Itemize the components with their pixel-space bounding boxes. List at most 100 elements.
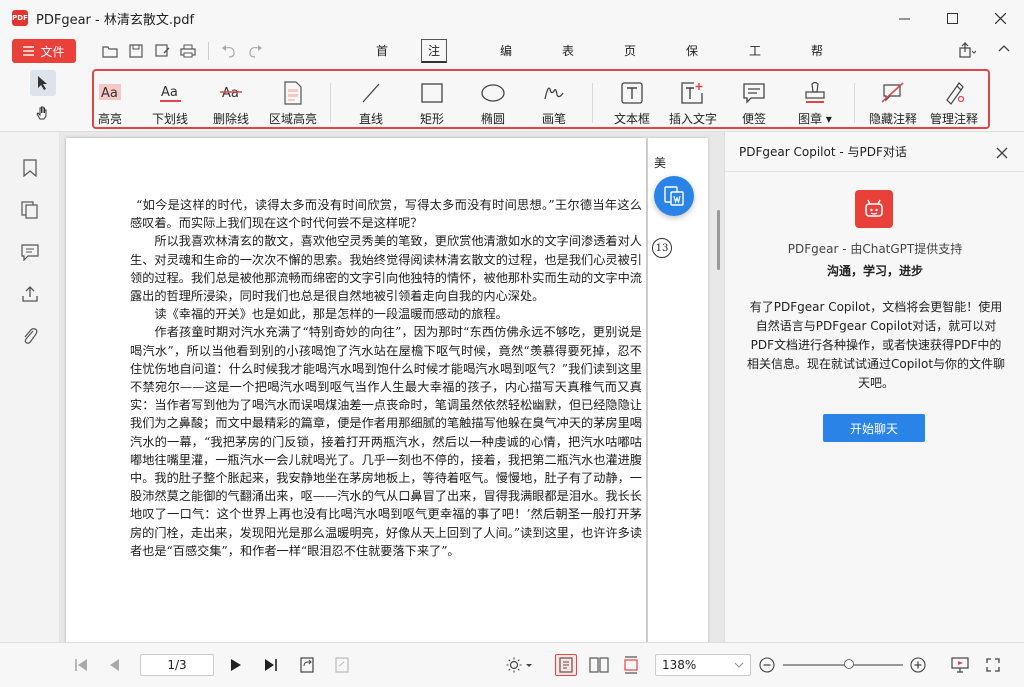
window-title: PDFgear - 林清玄散文.pdf: [36, 12, 195, 28]
manage-annotations-icon: [924, 79, 984, 107]
collapse-ribbon-button[interactable]: [998, 42, 1010, 62]
first-page-icon: [75, 659, 87, 671]
copilot-float-button[interactable]: [654, 176, 694, 216]
svg-text:Aa: Aa: [161, 85, 178, 100]
insert-text-tool[interactable]: 插入文字: [663, 79, 723, 127]
hand-tool-button[interactable]: [30, 100, 56, 126]
previous-page-button[interactable]: [106, 655, 122, 675]
minimize-button[interactable]: [880, 0, 928, 36]
file-menu-label: 文件: [40, 44, 65, 59]
last-page-icon: [265, 659, 277, 671]
pdf-page[interactable]: “如今是这样的时代，读得太多而没有时间欣赏，写得太多而没有时间思想。”王尔德当年…: [66, 138, 646, 642]
next-page-button[interactable]: [228, 655, 244, 675]
cursor-arrow-icon: [38, 76, 47, 90]
redo-button[interactable]: [245, 41, 265, 61]
bookmark-panel-button[interactable]: [20, 158, 40, 178]
textbox-tool[interactable]: 文本框: [602, 79, 662, 127]
tool-label: 隐藏注释: [868, 112, 917, 126]
tab-protect[interactable]: 保护: [686, 39, 698, 82]
page-number-badge: 13: [652, 238, 672, 258]
page-number-input[interactable]: 1/3: [140, 654, 214, 676]
sticky-note-tool[interactable]: 便签: [724, 79, 784, 127]
rectangle-tool[interactable]: 矩形: [402, 79, 462, 127]
ellipse-tool[interactable]: 椭圆: [463, 79, 523, 127]
tab-form[interactable]: 表单: [562, 39, 574, 82]
zoom-slider-track[interactable]: [783, 664, 903, 666]
select-tool-button[interactable]: [30, 70, 56, 96]
tool-label: 删除线: [212, 112, 249, 126]
brightness-button[interactable]: [504, 655, 534, 675]
continuous-view-button[interactable]: [620, 655, 642, 675]
tab-help[interactable]: 帮助: [811, 39, 823, 82]
stamp-icon: [785, 79, 845, 107]
fullscreen-button[interactable]: [984, 655, 1002, 675]
strikethrough-tool[interactable]: Aa 删除线: [201, 79, 261, 127]
undo-button[interactable]: [219, 41, 239, 61]
zoom-slider-knob[interactable]: [844, 659, 854, 669]
tab-annotate[interactable]: 注释: [421, 39, 448, 80]
continuous-scroll-icon: [624, 656, 638, 674]
presentation-button[interactable]: [950, 655, 970, 675]
zoom-in-button[interactable]: [909, 655, 927, 675]
separator: [208, 42, 209, 60]
tab-page[interactable]: 页面: [624, 39, 636, 82]
tab-edit[interactable]: 编辑: [500, 39, 512, 82]
zoom-out-button[interactable]: [758, 655, 776, 675]
next-arrow-icon: [231, 659, 241, 671]
page-text[interactable]: “如今是这样的时代，读得太多而没有时间欣赏，写得太多而没有时间思想。”王尔德当年…: [130, 196, 642, 560]
print-button[interactable]: [178, 41, 198, 61]
attachments-panel-button[interactable]: [20, 326, 40, 346]
rotate-right-icon: [335, 657, 349, 673]
tool-label: 高亮: [97, 112, 122, 126]
save-as-icon: [154, 44, 170, 57]
stamp-tool[interactable]: 图章 ▾: [785, 79, 845, 127]
tool-label: 椭圆: [480, 112, 505, 126]
tab-tools[interactable]: 工具: [749, 39, 761, 82]
zoom-level-select[interactable]: 138%: [655, 654, 751, 676]
rotate-page-button[interactable]: [298, 655, 316, 675]
vertical-scrollbar[interactable]: [714, 132, 724, 642]
thumbnails-panel-button[interactable]: [20, 200, 40, 220]
copilot-description: 有了PDFgear Copilot，文档将会更智能！使用自然语言与PDFgear…: [746, 300, 1006, 390]
area-highlight-tool[interactable]: 区域高亮: [263, 79, 323, 127]
attachment-upload-button[interactable]: [20, 284, 40, 304]
annotation-tools-highlight-box: Aa 高亮 Aa 下划线 Aa 删除线 区域高亮 直线 矩形 椭圆 画笔 文本框…: [92, 69, 990, 129]
paragraph: 读《幸福的开关》也是如此，那是怎样的一段温暖而感动的旅程。: [154, 307, 508, 322]
chevron-up-icon: [998, 45, 1010, 52]
manage-annotations-tool[interactable]: 管理注释: [924, 79, 984, 127]
file-menu-button[interactable]: 文件: [12, 39, 76, 63]
stamp-dropdown-caret[interactable]: ▾: [826, 112, 832, 126]
tab-home[interactable]: 首页: [376, 39, 388, 82]
rotate-disabled-button[interactable]: [333, 655, 351, 675]
open-folder-button[interactable]: [100, 41, 120, 61]
tool-label: 下划线: [151, 112, 188, 126]
pdfgear-logo-icon: [855, 190, 893, 228]
underline-tool[interactable]: Aa 下划线: [140, 79, 200, 127]
save-button[interactable]: [126, 41, 146, 61]
single-page-view-button[interactable]: [555, 654, 577, 676]
start-chat-button[interactable]: 开始聊天: [823, 414, 925, 442]
save-as-button[interactable]: [152, 41, 172, 61]
document-viewer[interactable]: “如今是这样的时代，读得太多而没有时间欣赏，写得太多而没有时间思想。”王尔德当年…: [60, 132, 724, 642]
folder-icon: [102, 46, 118, 58]
sticky-note-icon: [724, 79, 784, 107]
line-tool[interactable]: 直线: [341, 79, 401, 127]
comments-panel-button[interactable]: [20, 242, 40, 262]
last-page-button[interactable]: [262, 655, 280, 675]
textbox-icon: [602, 79, 662, 107]
highlight-icon: Aa: [80, 79, 140, 107]
two-page-view-button[interactable]: [588, 655, 610, 675]
close-panel-button[interactable]: [996, 144, 1008, 163]
first-page-button[interactable]: [72, 655, 90, 675]
hide-annotations-tool[interactable]: 隐藏注释: [863, 79, 923, 127]
scrollbar-thumb[interactable]: [717, 210, 720, 270]
close-icon: [994, 12, 1006, 24]
close-window-button[interactable]: [976, 0, 1024, 36]
prev-arrow-icon: [110, 659, 119, 671]
pen-tool[interactable]: 画笔: [524, 79, 584, 127]
single-page-icon: [559, 657, 573, 673]
status-bar: 1/3 138%: [0, 642, 1024, 687]
maximize-button[interactable]: [928, 0, 976, 36]
share-button[interactable]: [958, 42, 977, 62]
highlight-tool[interactable]: Aa 高亮: [80, 79, 140, 127]
